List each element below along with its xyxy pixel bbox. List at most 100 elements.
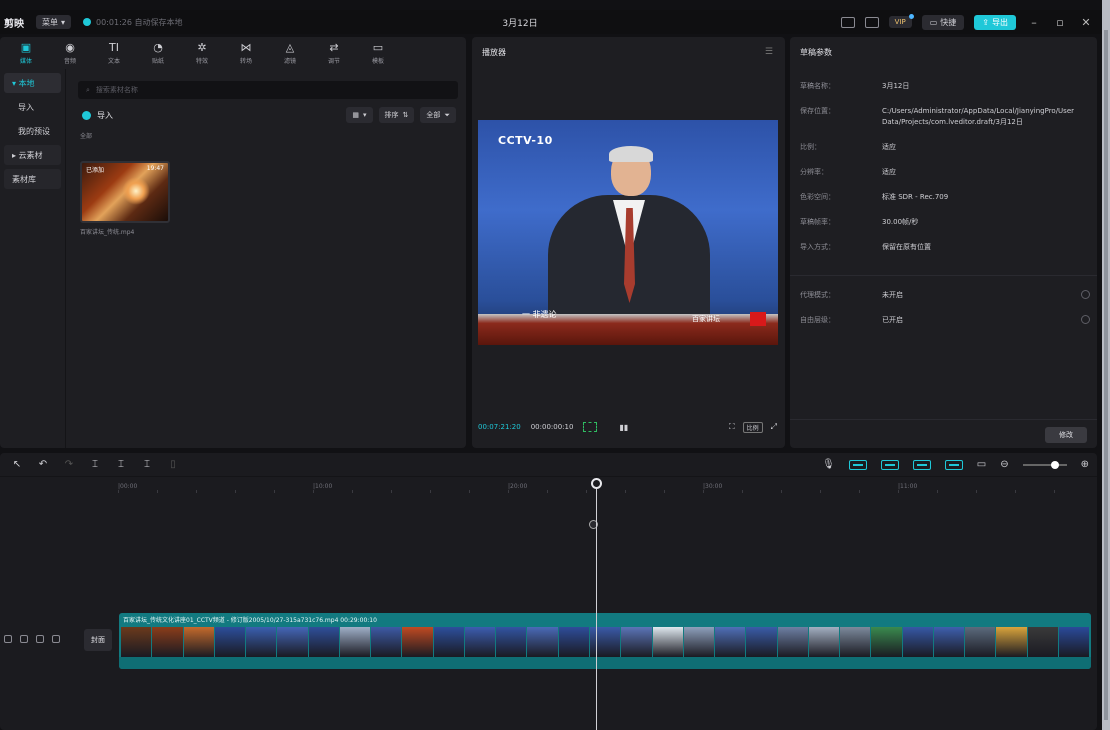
split-right-icon[interactable]: ⌶ <box>138 459 156 470</box>
clip-frame <box>965 627 996 657</box>
timeline-right-tools: 🎙 ▭ ⊖ ⊕ <box>822 459 1089 470</box>
info-key: 导入方式： <box>800 243 835 251</box>
media-thumbnail[interactable]: 已添加 19:47 <box>80 161 170 223</box>
info-key: 草稿帧率： <box>800 218 835 226</box>
zoom-fit-icon[interactable]: ⊕ <box>1081 459 1089 470</box>
search-input[interactable]: ⌕ 搜索素材名称 <box>78 81 458 99</box>
zoom-knob[interactable] <box>1050 460 1059 469</box>
tool-7[interactable]: ⇄ 调节 <box>312 37 356 69</box>
timeline-panel: ↖ ↶ ↷ ⌶ ⌶ ⌶ ▯ 🎙 ▭ ⊖ ⊕ |00:00 |10:00 |20:00… <box>0 453 1097 730</box>
sort-button[interactable]: 排序 ⇅ <box>378 107 415 123</box>
tool-2[interactable]: TI 文本 <box>92 37 136 69</box>
select-tool-icon[interactable]: ↖ <box>8 459 26 470</box>
time-ruler[interactable]: |00:00 |10:00 |20:00 |30:00 |11:00 <box>118 477 1093 497</box>
layout-icon[interactable] <box>864 16 879 28</box>
undo-icon[interactable]: ↶ <box>34 459 52 470</box>
clip-frame <box>496 627 527 657</box>
menu-icon[interactable]: ☰ <box>765 47 773 57</box>
clip-frame <box>402 627 433 657</box>
help-icon[interactable] <box>1081 315 1090 324</box>
video-clip[interactable]: 百家讲坛_传统文化讲座01_CCTV频道 - 修订版2005/10/27-315… <box>119 613 1091 669</box>
clip-frame <box>121 627 152 657</box>
info-row: 自由层级： 已开启 <box>800 315 1090 326</box>
safe-area-icon[interactable] <box>583 422 598 432</box>
tool-icon: ✲ <box>197 40 207 54</box>
tool-6[interactable]: ◬ 滤镜 <box>268 37 312 69</box>
sidebar-item-local[interactable]: ▾ 本地 <box>4 73 61 93</box>
info-value: 未开启 <box>882 291 903 299</box>
info-row: 分辨率： 适应 <box>800 167 1090 178</box>
player-title: 播放器 <box>482 48 506 57</box>
clip-frames <box>121 627 1090 657</box>
menu-button[interactable]: 菜单 ▾ <box>36 15 72 29</box>
delete-icon[interactable]: ▯ <box>164 459 182 470</box>
import-button[interactable]: 导入 <box>82 110 113 121</box>
sidebar-item-my-presets[interactable]: 我的预设 <box>4 121 61 141</box>
tool-8[interactable]: ▭ 模板 <box>356 37 400 69</box>
sidebar-item-library[interactable]: 素材库 <box>4 169 61 189</box>
zoom-slider[interactable] <box>1022 460 1067 469</box>
edit-button[interactable]: 修改 <box>1045 427 1087 443</box>
clip-frame <box>996 627 1027 657</box>
split-icon[interactable]: ⌶ <box>86 459 104 470</box>
zoom-out-icon[interactable]: ⊖ <box>1000 459 1008 470</box>
playhead-handle[interactable] <box>591 478 602 489</box>
sidebar-item-import[interactable]: 导入 <box>4 97 61 117</box>
tool-icon: ◉ <box>65 40 75 54</box>
tool-label: 媒体 <box>19 57 32 65</box>
hide-icon[interactable] <box>20 635 28 643</box>
export-button[interactable]: ⇪ 导出 <box>974 14 1016 30</box>
screen-icon[interactable] <box>840 16 855 28</box>
sidebar-item-cloud[interactable]: ▸ 云素材 <box>4 145 61 165</box>
mute-icon[interactable] <box>36 635 44 643</box>
clip-frame <box>840 627 871 657</box>
linkage-icon[interactable] <box>912 459 931 470</box>
thumb-added-badge: 已添加 <box>86 167 105 174</box>
play-icon[interactable]: ▮▮ <box>619 423 628 432</box>
tool-0[interactable]: ▣ 媒体 <box>4 37 48 69</box>
playhead[interactable] <box>596 478 597 730</box>
more-icon[interactable] <box>52 635 60 643</box>
ratio-button[interactable]: 比例 <box>742 421 763 433</box>
fullscreen-icon[interactable]: ⤢ <box>771 422 777 432</box>
tool-icon: TI <box>109 40 119 54</box>
maximize-icon[interactable]: ▫ <box>1052 16 1068 29</box>
shortcut-button[interactable]: ▭ 快捷 <box>921 14 965 30</box>
mic-icon[interactable]: 🎙 <box>822 459 835 470</box>
split-left-icon[interactable]: ⌶ <box>112 459 130 470</box>
search-placeholder: 搜索素材名称 <box>95 86 138 94</box>
info-key: 草稿名称： <box>800 82 835 90</box>
auto-snap-icon[interactable] <box>880 459 899 470</box>
desk-banner-right: 百家讲坛 <box>692 315 720 323</box>
video-preview[interactable]: CCTV-10 一 非遗论 百家讲坛 <box>478 120 778 345</box>
tool-5[interactable]: ⋈ 转场 <box>224 37 268 69</box>
ruler-tick <box>313 490 314 493</box>
current-time: 00:07:21:20 <box>478 423 521 431</box>
info-value: 30.00帧/秒 <box>882 218 919 226</box>
clip-frame <box>371 627 402 657</box>
filter-button[interactable]: 全部 ⏷ <box>420 107 456 123</box>
ruler-tick <box>1054 490 1055 493</box>
section-label: 全部 <box>80 133 93 140</box>
vip-badge[interactable]: VIP <box>888 14 914 28</box>
ruler-tick <box>820 490 821 493</box>
lock-icon[interactable] <box>4 635 12 643</box>
import-label: 导入 <box>97 110 113 120</box>
minimize-icon[interactable]: – <box>1026 16 1042 29</box>
view-mode-button[interactable]: ▦ ▾ <box>346 107 373 123</box>
close-icon[interactable]: ✕ <box>1078 16 1094 29</box>
clip-frame <box>214 627 246 657</box>
caption-icon[interactable]: ▭ <box>977 459 986 470</box>
plus-icon <box>82 110 91 120</box>
tool-1[interactable]: ◉ 音频 <box>48 37 92 69</box>
help-icon[interactable] <box>1081 290 1090 299</box>
autosave-text: 00:01:26 自动保存本地 <box>96 17 183 27</box>
main-track-magnet-icon[interactable] <box>848 459 867 470</box>
fit-screen-icon[interactable]: ⛶ <box>729 422 735 432</box>
redo-icon[interactable]: ↷ <box>60 459 78 470</box>
scrollbar[interactable] <box>1102 0 1110 730</box>
cover-button[interactable]: 封面 <box>84 629 112 651</box>
tool-3[interactable]: ◔ 贴纸 <box>136 37 180 69</box>
tool-4[interactable]: ✲ 特效 <box>180 37 224 69</box>
preview-axis-icon[interactable] <box>944 459 963 470</box>
